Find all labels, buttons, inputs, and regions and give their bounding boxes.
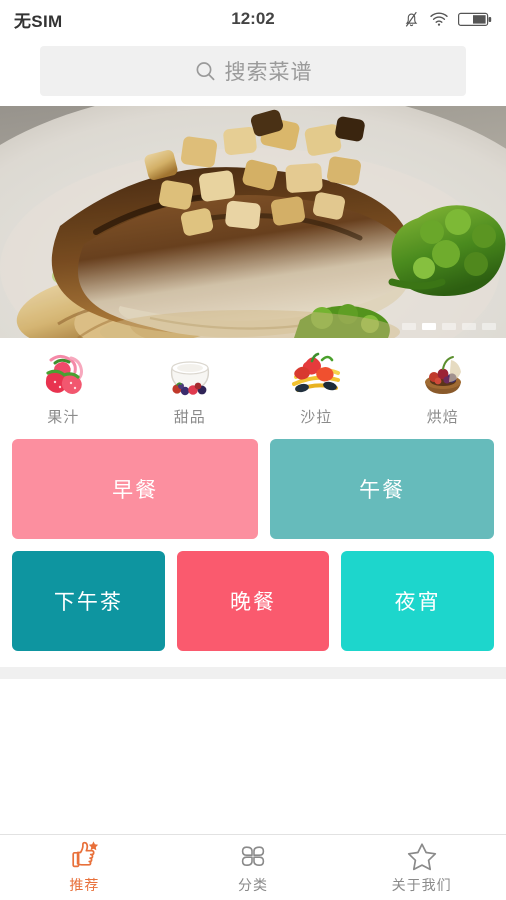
baking-tart-icon: [424, 356, 461, 394]
bottom-tab-bar: 推荐 分类 关于我们: [0, 834, 506, 900]
meal-tile-dinner[interactable]: 晚餐: [176, 551, 330, 651]
tab-about-us[interactable]: 关于我们: [337, 835, 506, 900]
category-label: 果汁: [47, 409, 80, 426]
category-item-salad[interactable]: 沙拉: [253, 352, 380, 427]
carousel-indicators[interactable]: [402, 323, 496, 330]
meal-row-2: 下午茶 晚餐 夜宵: [12, 551, 495, 651]
salad-icon: [292, 352, 341, 393]
meal-row-1: 早餐 午餐: [12, 439, 494, 539]
carousel-dot-3[interactable]: [442, 323, 456, 330]
tab-label: 分类: [238, 877, 268, 893]
search-placeholder: 搜索菜谱: [224, 61, 313, 84]
tab-recommend[interactable]: 推荐: [0, 835, 169, 900]
carousel-dot-2[interactable]: [422, 323, 436, 330]
dessert-bowl-icon: [170, 361, 209, 396]
app-screen: 无SIM 12:02 搜索菜谱 果汁 甜品 沙拉 烘焙 早餐 午餐 下午茶 晚餐…: [0, 0, 506, 900]
hero-image: [0, 106, 506, 338]
tab-label: 关于我们: [391, 877, 452, 893]
meal-tile-label: 夜宵: [394, 591, 441, 614]
category-item-juice[interactable]: 果汁: [0, 352, 127, 427]
meal-tile-breakfast[interactable]: 早餐: [12, 439, 259, 539]
meal-tiles: 早餐 午餐 下午茶 晚餐 夜宵: [0, 439, 506, 663]
status-icons: [403, 10, 492, 28]
meal-tile-label: 午餐: [359, 479, 406, 502]
carousel-dot-5[interactable]: [482, 323, 496, 330]
search-input[interactable]: 搜索菜谱: [40, 46, 466, 96]
battery-icon: [458, 11, 492, 28]
star-outline-icon: [407, 843, 436, 871]
meal-tile-afternoon-tea[interactable]: 下午茶: [12, 551, 165, 651]
meal-tile-supper[interactable]: 夜宵: [341, 551, 495, 651]
carousel-dot-1[interactable]: [402, 323, 416, 330]
status-bar: 无SIM 12:02: [0, 0, 506, 38]
category-item-dessert[interactable]: 甜品: [127, 352, 254, 427]
section-divider: [0, 667, 506, 679]
meal-tile-label: 早餐: [112, 479, 159, 502]
search-section: 搜索菜谱: [0, 38, 506, 106]
tab-categories[interactable]: 分类: [169, 835, 338, 900]
category-item-baking[interactable]: 烘焙: [380, 352, 506, 427]
carousel-dot-4[interactable]: [462, 323, 476, 330]
wifi-icon: [429, 11, 449, 27]
meal-tile-label: 晚餐: [230, 591, 276, 614]
thumbs-up-star-icon: [72, 841, 99, 868]
search-icon: [194, 60, 217, 83]
category-label: 甜品: [173, 409, 206, 426]
meal-tile-lunch[interactable]: 午餐: [270, 439, 494, 539]
hero-banner[interactable]: [0, 106, 506, 338]
strawberry-juice-icon: [46, 354, 84, 394]
tab-label: 推荐: [69, 877, 100, 893]
mute-bell-icon: [403, 10, 420, 28]
meal-tile-label: 下午茶: [53, 591, 123, 614]
category-label: 沙拉: [300, 409, 333, 426]
category-row: 果汁 甜品 沙拉 烘焙: [0, 338, 506, 439]
content-spacer: [0, 679, 506, 834]
four-petal-grid-icon: [241, 846, 265, 866]
category-label: 烘焙: [426, 409, 459, 426]
